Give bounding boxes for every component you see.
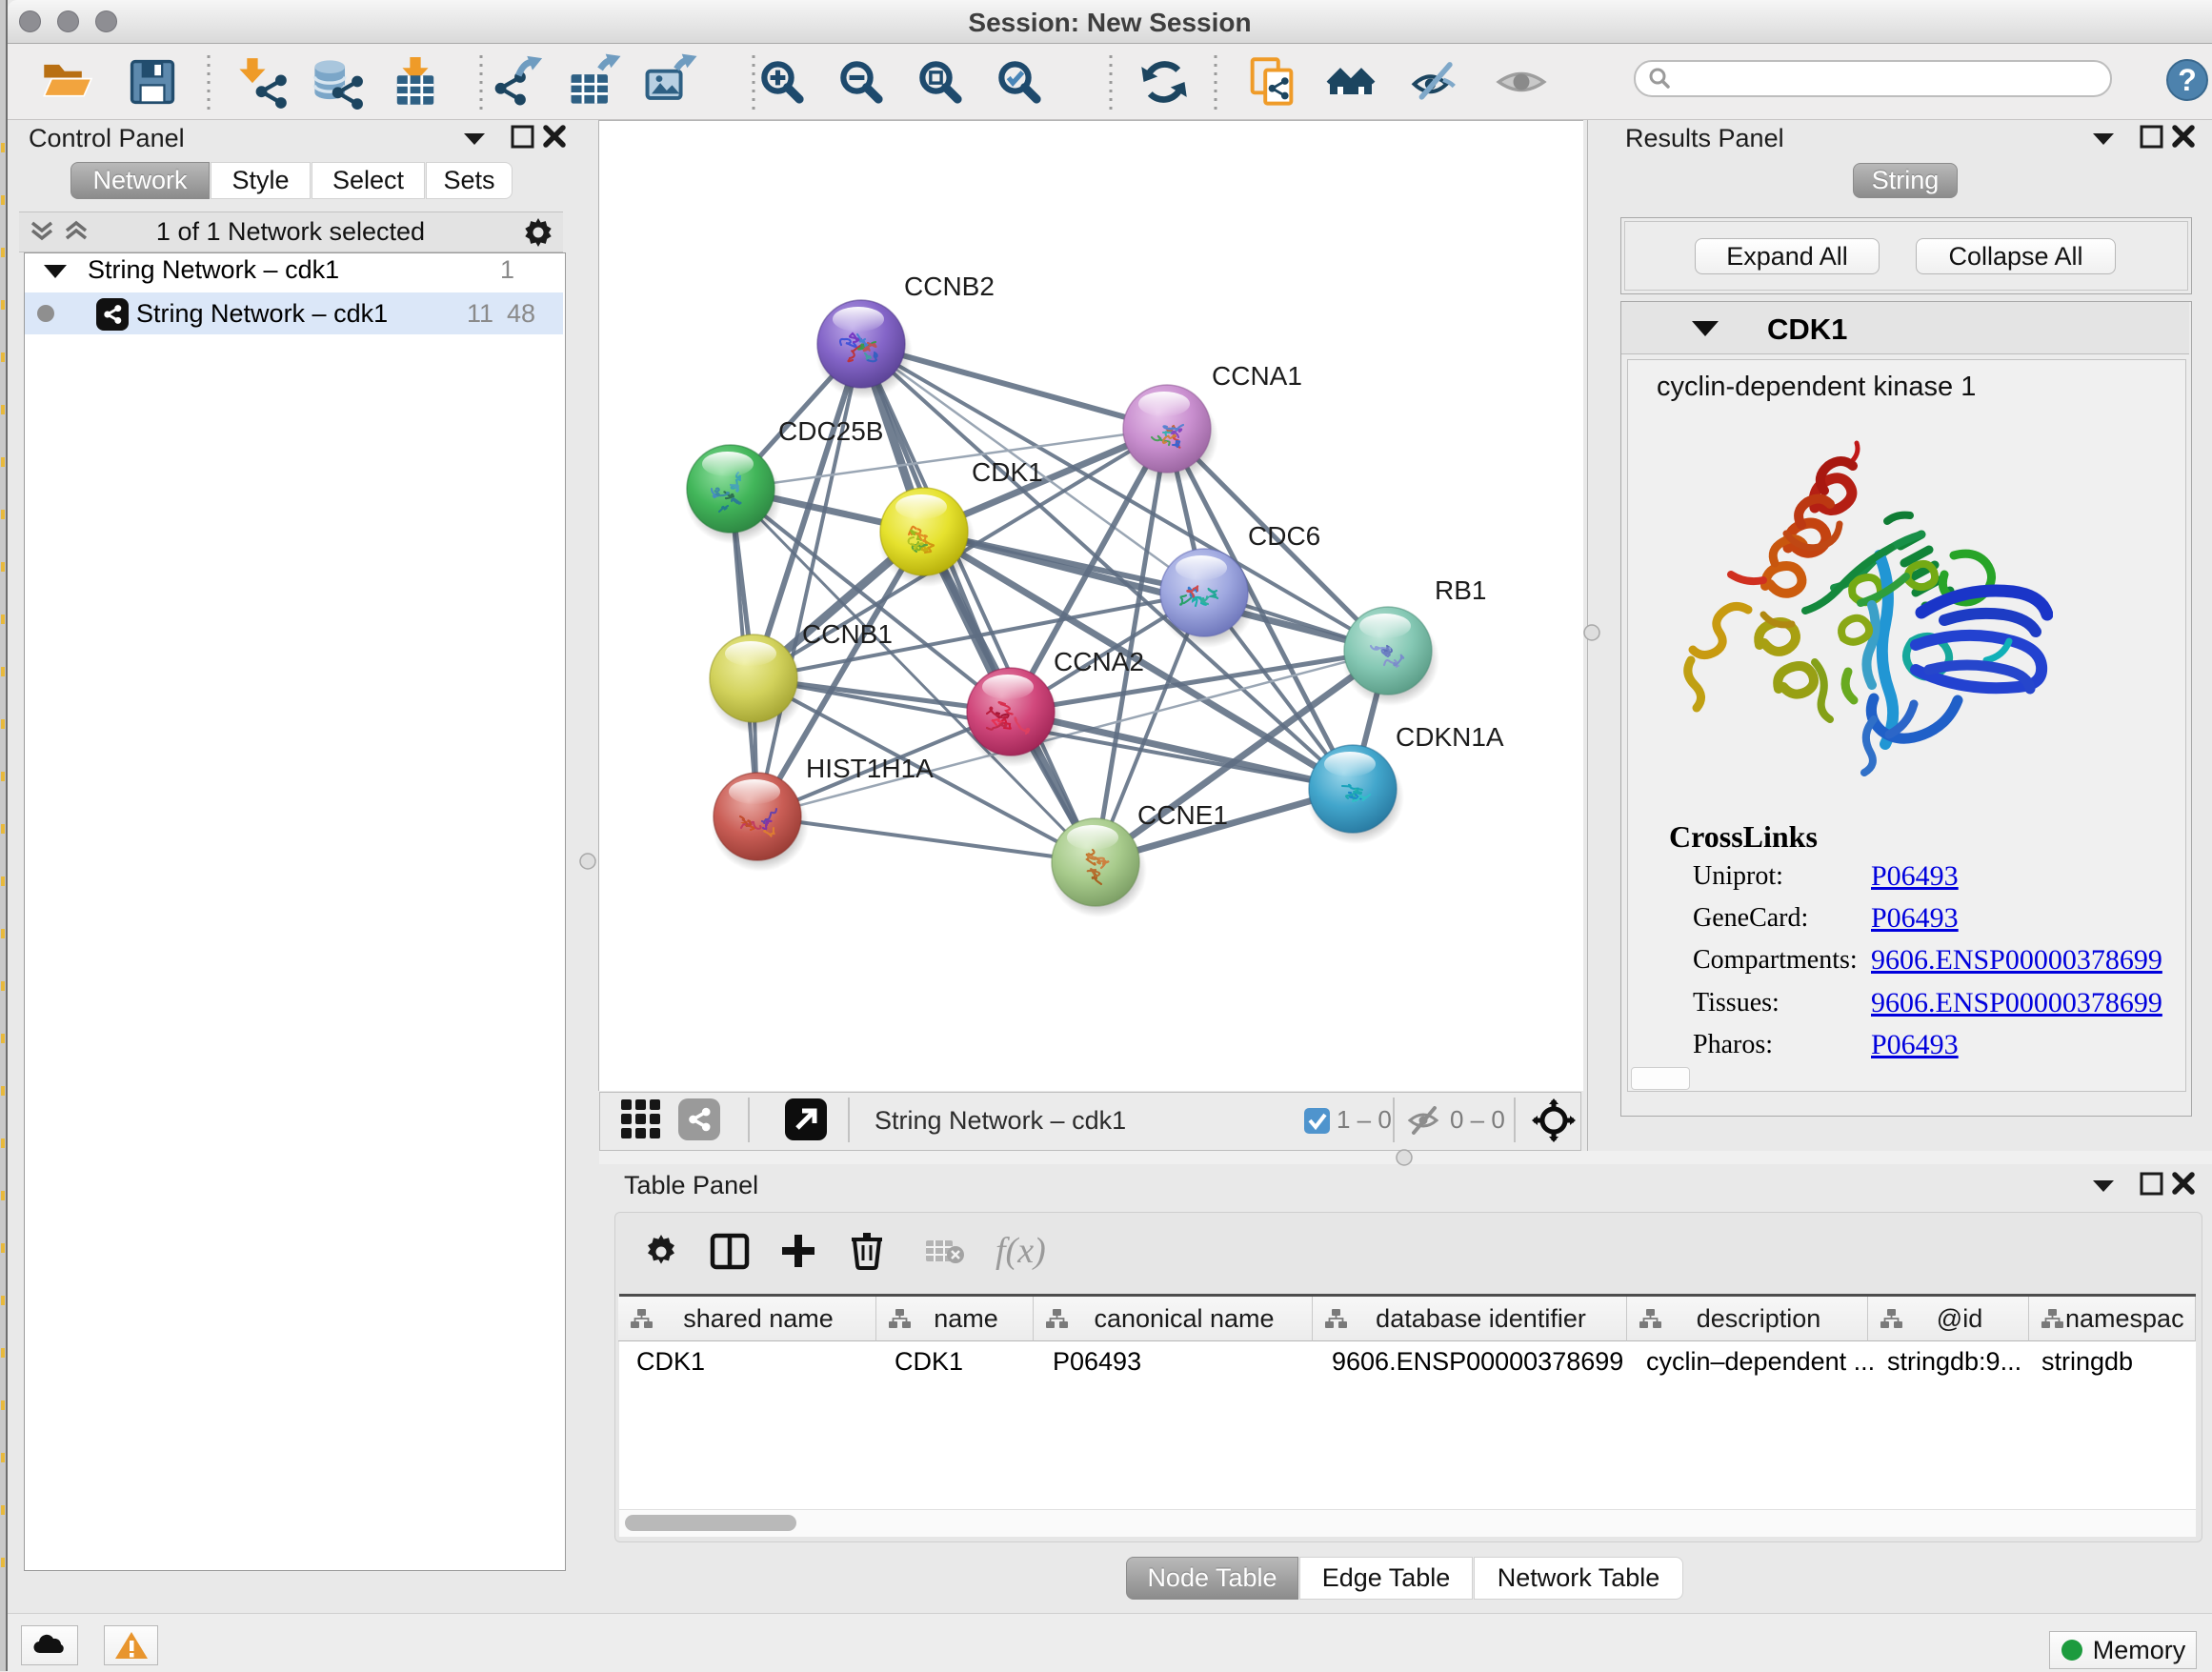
svg-text:CDC25B: CDC25B	[778, 416, 883, 446]
svg-text:CCNE1: CCNE1	[1137, 800, 1228, 830]
svg-text:RB1: RB1	[1435, 575, 1486, 605]
svg-text:CCNA1: CCNA1	[1212, 361, 1302, 391]
svg-text:?: ?	[2178, 63, 2197, 97]
svg-text:String Network – cdk1: String Network – cdk1	[875, 1106, 1126, 1135]
svg-text:0 – 0: 0 – 0	[1450, 1105, 1505, 1134]
svg-text:HIST1H1A: HIST1H1A	[806, 754, 934, 783]
svg-text:CDC6: CDC6	[1248, 521, 1320, 551]
svg-text:f(x): f(x)	[995, 1231, 1046, 1271]
svg-text:CCNB1: CCNB1	[802, 619, 893, 649]
svg-text:CDK1: CDK1	[972, 457, 1043, 487]
svg-text:CCNB2: CCNB2	[904, 272, 995, 301]
svg-text:CDKN1A: CDKN1A	[1396, 722, 1504, 752]
svg-text:CCNA2: CCNA2	[1054, 647, 1144, 676]
svg-text:1 – 0: 1 – 0	[1337, 1105, 1392, 1134]
